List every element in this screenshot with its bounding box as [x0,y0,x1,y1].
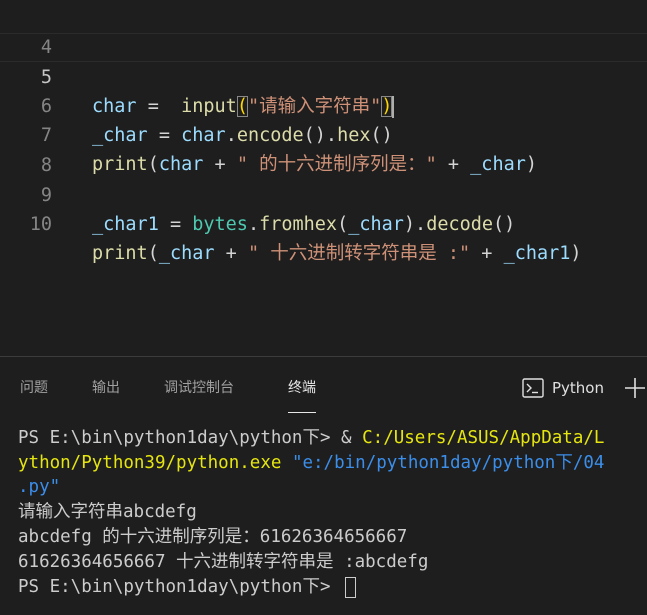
terminal-output[interactable]: PS E:\bin\python1day\python下> & C:/Users… [0,423,647,615]
tab-debug-console[interactable]: 调试控制台 [164,376,234,400]
terminal-line: PS E:\bin\python1day\python下> & C:/Users… [18,426,604,451]
line-number: 10 [29,214,52,235]
code-line[interactable]: 6 _char = char.encode().hex() [0,63,647,146]
token-punct: . [247,214,260,235]
terminal-line: .py" [18,475,60,500]
token-function: decode [426,214,494,235]
code-line[interactable]: 9 _char1 = bytes.fromhex(_char).decode() [0,152,647,235]
code-line-current[interactable]: 5 char = input("请输入字符串") [0,33,647,118]
code-content: print(_char + " 十六进制转字符串是 :" + _char1) [92,239,582,268]
code-editor[interactable]: 4 5 char = input("请输入字符串") 6 _char = cha… [0,0,647,356]
terminal-command-path: ython/Python39/python.exe [18,453,282,473]
token-operator: = [158,214,193,235]
token-class: bytes [192,214,248,235]
token-operator: + [214,243,248,264]
terminal-prompt: PS E:\bin\python1day\python下> [18,577,342,597]
panel-tabs: 问题 输出 调试控制台 终端 Python [0,357,647,415]
code-content: _char1 = bytes.fromhex(_char).decode() [92,210,515,239]
tab-terminal[interactable]: 终端 [288,376,316,413]
terminal-amp: & [341,428,363,448]
token-punct: ( [337,214,349,235]
token-variable: _char1 [503,243,571,264]
bottom-panel: 问题 输出 调试控制台 终端 Python PS E:\bin\python1d… [0,356,647,615]
terminal-selector[interactable]: Python [522,374,604,402]
token-operator: + [470,243,504,264]
terminal-cursor [345,576,357,598]
terminal-icon [522,378,544,398]
token-punct: () [493,214,516,235]
tab-problems[interactable]: 问题 [20,376,48,400]
active-tab-indicator [288,412,316,413]
terminal-command-arg: .py" [18,477,61,497]
terminal-prompt: PS E:\bin\python1day\python下> [18,428,342,448]
terminal-line: abcdefg 的十六进制序列是：61626364656667 [18,527,408,547]
terminal-line: PS E:\bin\python1day\python下> [18,575,357,600]
tab-output[interactable]: 输出 [92,376,120,400]
terminal-selector-label: Python [552,379,604,397]
token-variable: _char [158,243,215,264]
plus-icon [625,378,645,398]
terminal-command-arg: "e:/bin/python1day/python下/04 [281,453,605,473]
token-function: print [92,243,148,264]
code-line[interactable]: 4 [0,4,647,58]
code-line[interactable]: 7 print(char + " 的十六进制序列是：" + _char) [0,92,647,175]
terminal-line: 61626364656667 十六进制转字符串是 :abcdefg [18,552,429,572]
token-string: " 十六进制转字符串是 :" [247,243,471,264]
code-line[interactable]: 10 print(_char + " 十六进制转字符串是 :" + _char1… [0,181,647,264]
token-punct: ( [147,243,159,264]
token-variable: _char [348,214,404,235]
vscode-window: 4 5 char = input("请输入字符串") 6 _char = cha… [0,0,647,615]
tab-terminal-label: 终端 [288,380,316,396]
terminal-line: 请输入字符串abcdefg [18,502,197,522]
terminal-line: ython/Python39/python.exe "e:/bin/python… [18,451,604,476]
code-line[interactable]: 8 [0,122,647,176]
token-punct: ). [403,214,427,235]
terminal-command-path: C:/Users/ASUS/AppData/L [362,428,605,448]
new-terminal-button[interactable] [622,373,647,403]
token-punct: ) [570,243,582,264]
token-variable: _char1 [92,214,159,235]
token-function: fromhex [259,214,338,235]
